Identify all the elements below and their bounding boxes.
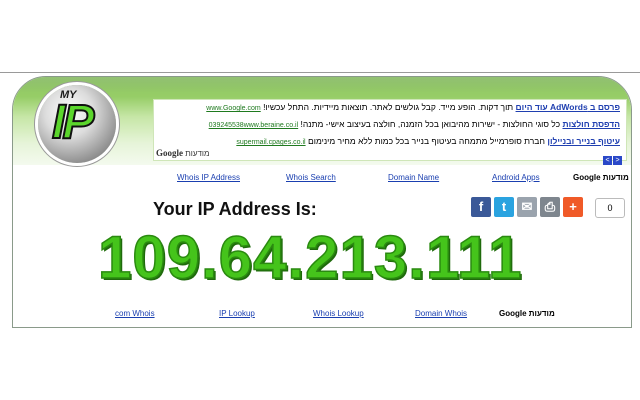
twitter-icon[interactable]: t (494, 197, 514, 217)
link-whois-search[interactable]: Whois Search (286, 173, 336, 182)
ad-url[interactable]: supermail.cpages.co.il (236, 139, 305, 146)
google-ads-link[interactable]: Google מודעות (499, 309, 555, 318)
facebook-icon[interactable]: f (471, 197, 491, 217)
ad-item[interactable]: פרסם ב AdWords עוד היום תוך דקות. הופע מ… (206, 102, 620, 112)
header-banner: MY IP פרסם ב AdWords עוד היום תוך דקות. … (13, 77, 631, 165)
share-counter: 0 (595, 198, 625, 218)
ads-label: מודעות (185, 149, 210, 158)
link-com-whois[interactable]: com Whois (115, 309, 155, 318)
ad-title[interactable]: הדפסת חולצות (562, 119, 620, 129)
ad-item[interactable]: עיטוף בנייר ובניילון חברת סופרמייל מתמחה… (236, 136, 620, 146)
print-icon[interactable]: ⎙ (540, 197, 560, 217)
google-label: Google (156, 148, 183, 158)
ad-text: חברת סופרמייל מתמחה בעיטוף בנייר בכל כמו… (307, 136, 545, 146)
ad-url[interactable]: www.Google.com (206, 105, 260, 112)
ad-url[interactable]: 039245538www.beraine.co.il (209, 122, 299, 129)
ip-heading: Your IP Address Is: (153, 199, 317, 219)
ad-title[interactable]: פרסם ב AdWords עוד היום (516, 102, 620, 112)
link-whois-ip[interactable]: Whois IP Address (177, 173, 240, 182)
google-ads-link[interactable]: Google מודעות (573, 173, 629, 182)
ad-text: תוך דקות. הופע מייד. קבל גולשים לאתר. תו… (263, 102, 514, 112)
link-ip-lookup[interactable]: IP Lookup (219, 309, 255, 318)
ad-nav: < > (602, 149, 622, 167)
ad-item[interactable]: הדפסת חולצות כל סוגי החולצות - ישירות מה… (209, 119, 620, 129)
app-frame: MY IP פרסם ב AdWords עוד היום תוך דקות. … (12, 76, 632, 328)
ads-box: פרסם ב AdWords עוד היום תוך דקות. הופע מ… (153, 99, 627, 165)
next-arrow-icon[interactable]: > (613, 156, 622, 165)
link-domain-whois[interactable]: Domain Whois (415, 309, 467, 318)
ad-text: כל סוגי החולצות - ישירות מהיבואן בכל הזמ… (300, 119, 561, 129)
ad-title[interactable]: עיטוף בנייר ובניילון (547, 136, 620, 146)
google-ads-label[interactable]: Google מודעות (156, 148, 210, 158)
link-android-apps[interactable]: Android Apps (492, 173, 540, 182)
top-divider (0, 72, 640, 73)
link-whois-lookup[interactable]: Whois Lookup (313, 309, 364, 318)
prev-arrow-icon[interactable]: < (603, 156, 612, 165)
email-icon[interactable]: ✉ (517, 197, 537, 217)
logo-ip-text: IP (51, 95, 95, 150)
link-domain-name[interactable]: Domain Name (388, 173, 439, 182)
myip-logo[interactable]: MY IP (38, 85, 116, 163)
plus-icon[interactable]: + (563, 197, 583, 217)
ip-address: 109.64.213.111 (97, 223, 523, 292)
